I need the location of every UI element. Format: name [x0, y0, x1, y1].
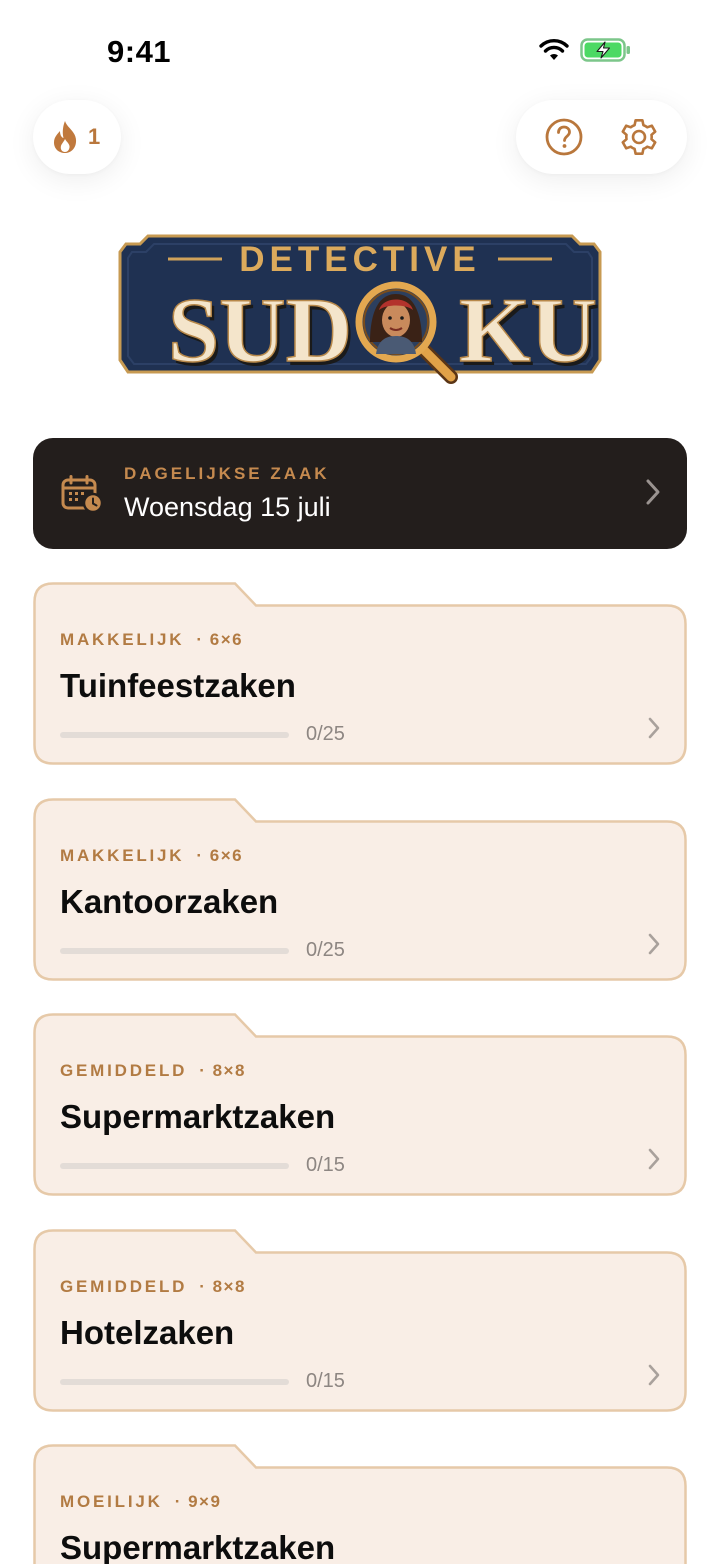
- status-icons: [538, 37, 632, 63]
- case-difficulty: GEMIDDELD: [60, 1061, 188, 1080]
- status-time: 9:41: [107, 34, 172, 69]
- logo-line2-left: SUD: [168, 279, 352, 381]
- help-button[interactable]: [542, 115, 586, 159]
- case-progress-count: 0/15: [306, 1154, 345, 1176]
- flame-icon: [54, 121, 77, 153]
- case-meta: MAKKELIJK · 6×6: [60, 630, 660, 650]
- case-difficulty: MAKKELIJK: [60, 630, 185, 649]
- battery-charging-icon: [580, 38, 630, 62]
- settings-button[interactable]: [617, 115, 661, 159]
- streak-badge[interactable]: 1: [33, 100, 121, 174]
- case-folder-content: GEMIDDELD · 8×8 Hotelzaken 0/15: [60, 1277, 660, 1393]
- chevron-right-icon: [648, 1364, 660, 1386]
- detective-sudoku-logo: DETECTIVE SUD SUD KU KU: [118, 232, 602, 388]
- case-title: Supermarktzaken: [60, 1529, 336, 1564]
- case-difficulty: MOEILIJK: [60, 1492, 163, 1511]
- logo-line1: DETECTIVE: [239, 240, 480, 279]
- chevron-right-icon: [648, 1148, 660, 1170]
- daily-case-eyebrow: DAGELIJKSE ZAAK: [124, 464, 330, 483]
- case-progress-count: 0/25: [306, 723, 345, 745]
- case-progress-row: 0/15: [60, 1370, 660, 1393]
- gear-icon: [621, 118, 657, 155]
- chevron-right-icon: [648, 933, 660, 955]
- case-progress-bar: [60, 947, 289, 954]
- case-difficulty: GEMIDDELD: [60, 1277, 188, 1296]
- case-grid-size: · 9×9: [174, 1492, 222, 1511]
- case-progress-bar: [60, 731, 289, 738]
- case-title: Hotelzaken: [60, 1314, 235, 1351]
- case-folder-card[interactable]: GEMIDDELD · 8×8 Supermarktzaken 0/15: [33, 1013, 687, 1196]
- chevron-right-icon: [646, 479, 660, 505]
- case-folder-card[interactable]: GEMIDDELD · 8×8 Hotelzaken 0/15: [33, 1229, 687, 1412]
- case-title: Tuinfeestzaken: [60, 667, 296, 704]
- question-circle-icon: [545, 118, 583, 156]
- case-progress-row: 0/25: [60, 939, 660, 962]
- logo-line2-right: KU: [459, 279, 597, 381]
- daily-case-date: Woensdag 15 juli: [124, 492, 331, 522]
- case-meta: MAKKELIJK · 6×6: [60, 846, 660, 866]
- case-meta: GEMIDDELD · 8×8: [60, 1061, 660, 1081]
- case-grid-size: · 6×6: [196, 846, 244, 865]
- daily-case-text: DAGELIJKSE ZAAK Woensdag 15 juli: [124, 464, 331, 523]
- case-grid-size: · 8×8: [199, 1277, 246, 1296]
- case-meta: GEMIDDELD · 8×8: [60, 1277, 660, 1297]
- case-grid-size: · 6×6: [196, 630, 244, 649]
- case-progress-count: 0/25: [306, 939, 345, 961]
- daily-case-card[interactable]: DAGELIJKSE ZAAK Woensdag 15 juli: [33, 438, 687, 549]
- case-progress-row: 0/15: [60, 1154, 660, 1177]
- case-grid-size: · 8×8: [199, 1061, 246, 1080]
- case-folder-content: MAKKELIJK · 6×6 Tuinfeestzaken 0/25: [60, 630, 660, 746]
- case-folder-card[interactable]: MAKKELIJK · 6×6 Kantoorzaken 0/25: [33, 798, 687, 981]
- case-progress-bar: [60, 1378, 289, 1385]
- calendar-clock-icon: [61, 474, 103, 513]
- case-progress-count: 0/15: [306, 1370, 345, 1392]
- case-folder-content: MOEILIJK · 9×9 Supermarktzaken: [60, 1492, 660, 1564]
- case-meta: MOEILIJK · 9×9: [60, 1492, 660, 1512]
- streak-count: 1: [88, 124, 101, 149]
- case-folder-card[interactable]: MAKKELIJK · 6×6 Tuinfeestzaken 0/25: [33, 582, 687, 765]
- status-bar: 9:41: [0, 0, 720, 100]
- case-folder-content: GEMIDDELD · 8×8 Supermarktzaken 0/15: [60, 1061, 660, 1177]
- case-folder-content: MAKKELIJK · 6×6 Kantoorzaken 0/25: [60, 846, 660, 962]
- case-progress-bar: [60, 1162, 289, 1169]
- case-folder-card[interactable]: MOEILIJK · 9×9 Supermarktzaken: [33, 1444, 687, 1564]
- wifi-icon: [539, 39, 569, 60]
- case-title: Kantoorzaken: [60, 883, 279, 920]
- chevron-right-icon: [648, 717, 660, 739]
- case-title: Supermarktzaken: [60, 1098, 336, 1135]
- case-difficulty: MAKKELIJK: [60, 846, 185, 865]
- case-progress-row: 0/25: [60, 723, 660, 746]
- header-actions: [516, 100, 687, 174]
